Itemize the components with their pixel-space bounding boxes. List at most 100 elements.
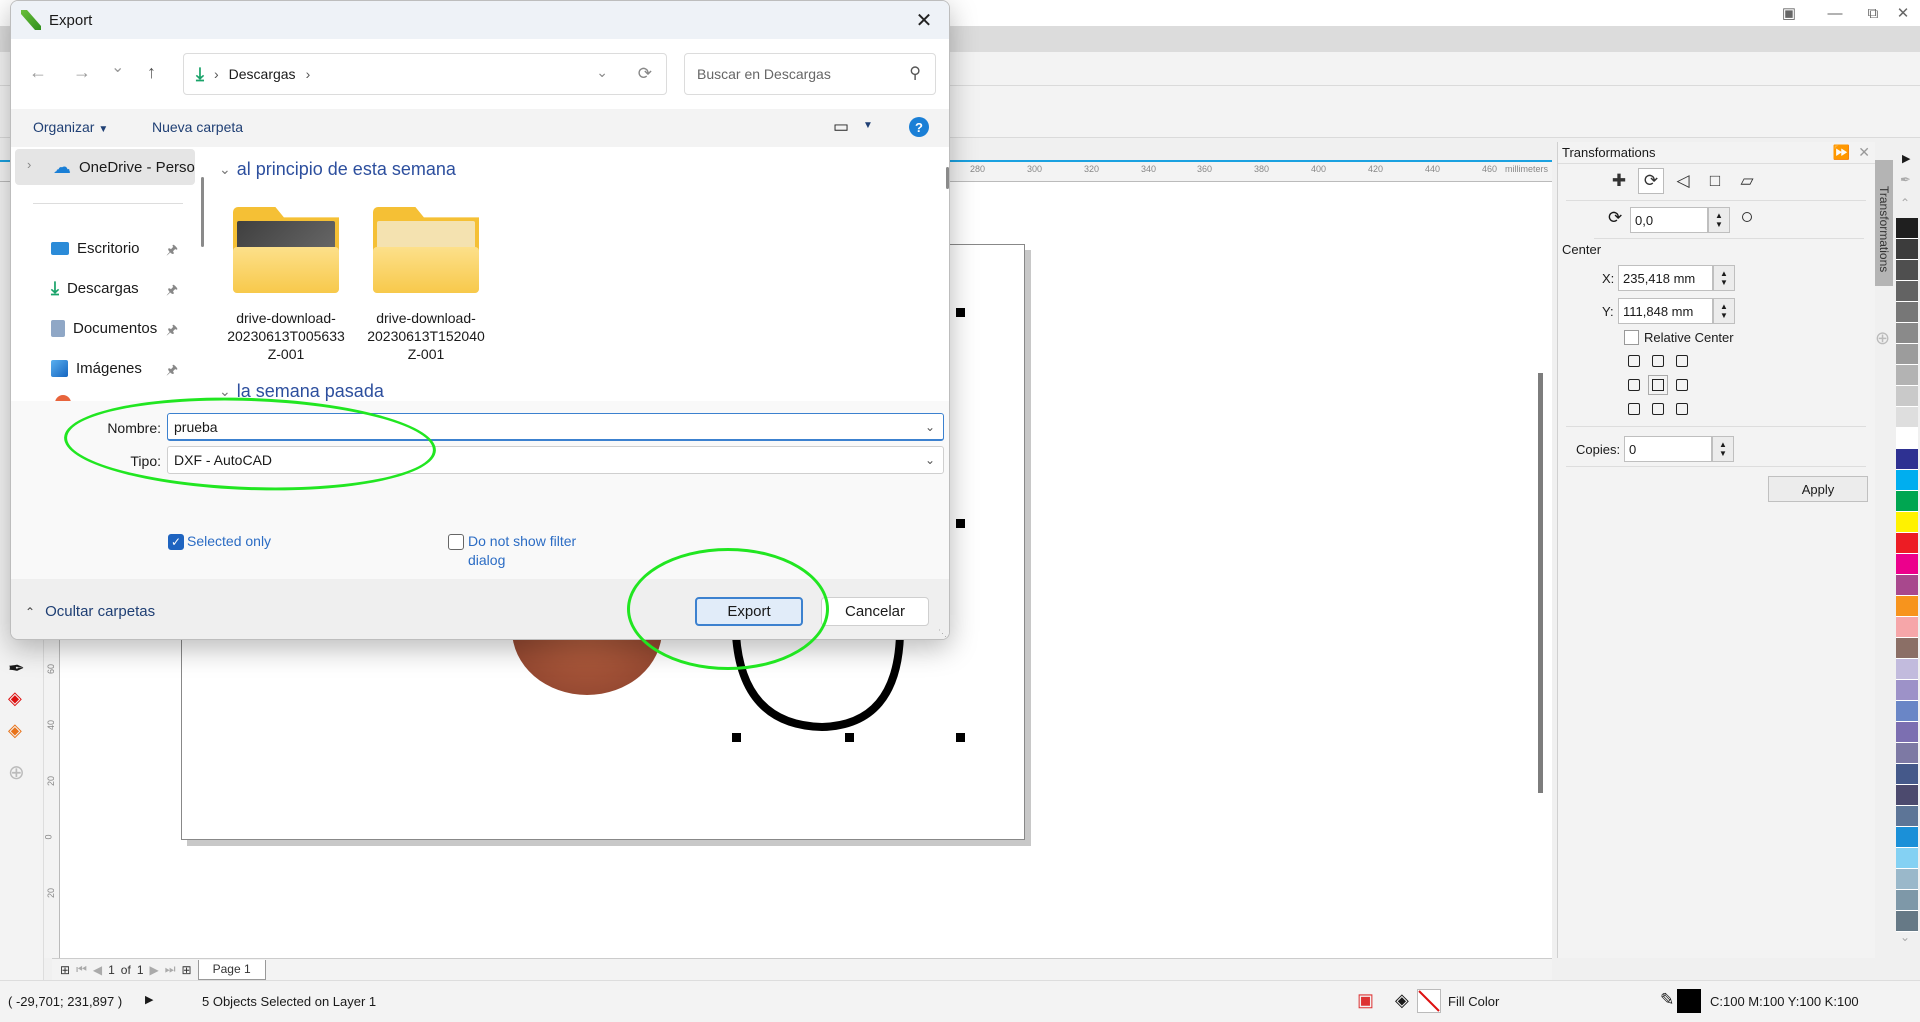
color-swatch[interactable] [1896,701,1918,722]
sidebar-item-escritorio[interactable]: Escritorio [51,235,140,261]
color-swatch[interactable] [1896,617,1918,638]
skew-mode-icon[interactable]: ▱ [1734,168,1760,194]
color-swatch[interactable] [1896,323,1918,344]
color-swatch[interactable] [1896,659,1918,680]
anchor-top-center[interactable] [1652,355,1664,367]
copies-field[interactable]: 0 [1624,436,1712,462]
scrollbar-thumb[interactable] [201,177,204,247]
prev-page-icon[interactable]: ◀ [93,963,102,977]
sidebar-item-documentos[interactable]: Documentos [51,315,157,341]
interactive-fill-icon[interactable]: ◈ [8,688,22,709]
status-expand-icon[interactable]: ▶ [145,993,153,1006]
hide-folders-toggle[interactable]: ⌃ Ocultar carpetas [25,603,155,620]
center-x-field[interactable]: 235,418 mm [1618,265,1713,291]
selection-handle[interactable] [956,733,965,742]
view-layout-icon[interactable]: ▭ [833,117,849,137]
color-swatch[interactable] [1896,281,1918,302]
color-swatch[interactable] [1896,386,1918,407]
color-swatch[interactable] [1896,491,1918,512]
pin-icon[interactable]: 🖈 [166,361,178,383]
anchor-top-right[interactable] [1676,355,1688,367]
color-swatch[interactable] [1896,890,1918,911]
close-app-button[interactable]: ✕ [1880,0,1920,26]
expand-chevron-icon[interactable]: › [27,157,31,172]
position-mode-icon[interactable]: ✚ [1606,168,1632,194]
add-page-before-icon[interactable]: ⊞ [60,963,70,977]
group-header-this-week[interactable]: ⌄ al principio de esta semana [219,159,456,180]
organize-menu[interactable]: Organizar ▼ [33,119,108,135]
chevron-down-icon[interactable]: ⌄ [925,420,935,434]
vertical-scrollbar[interactable] [1538,373,1543,793]
transformations-docker-tab[interactable]: Transformations [1875,160,1893,286]
address-history-icon[interactable]: ⌄ [596,64,608,81]
anchor-bottom-center[interactable] [1652,403,1664,415]
palette-scroll-up-icon[interactable]: ⌃ [1900,196,1910,210]
next-page-icon[interactable]: ▶ [150,963,159,977]
anchor-middle-left[interactable] [1628,379,1640,391]
pin-icon[interactable]: 🖈 [166,321,178,343]
up-arrow-icon[interactable]: ↑ [147,62,156,83]
recent-locations-icon[interactable]: ⌄ [111,57,124,77]
anchor-bottom-left[interactable] [1628,403,1640,415]
color-swatch[interactable] [1896,743,1918,764]
refresh-icon[interactable]: ⟳ [638,64,652,84]
outline-color-swatch[interactable] [1677,989,1701,1013]
apply-button[interactable]: Apply [1768,476,1868,502]
color-swatch[interactable] [1896,722,1918,743]
close-dialog-button[interactable]: ✕ [907,5,941,35]
breadcrumb-descargas[interactable]: Descargas [229,66,296,82]
address-bar[interactable]: ⤓ › Descargas › ⌄ ⟳ [183,53,667,95]
mirror-mode-icon[interactable]: ◁ [1670,168,1696,194]
sidebar-scrollbar[interactable] [197,147,209,401]
color-swatch[interactable] [1896,449,1918,470]
pin-icon[interactable]: 🖈 [166,241,178,263]
color-swatch[interactable] [1896,869,1918,890]
color-swatch[interactable] [1896,365,1918,386]
color-swatch[interactable] [1896,533,1918,554]
color-swatch[interactable] [1896,827,1918,848]
color-swatch[interactable] [1896,239,1918,260]
relative-center-checkbox[interactable] [1624,330,1639,345]
color-swatch[interactable] [1896,554,1918,575]
breadcrumb-separator-icon[interactable]: › [306,66,311,82]
view-options-icon[interactable]: ▼ [863,120,873,131]
selected-only-checkbox[interactable]: ✓ [168,534,184,550]
angle-spinner[interactable]: ▲ ▼ [1708,207,1730,233]
selection-handle[interactable] [956,519,965,528]
forward-arrow-icon[interactable]: → [73,62,91,83]
no-filter-dialog-checkbox[interactable] [448,534,464,550]
selection-handle[interactable] [956,308,965,317]
eyedropper-icon[interactable]: ✒ [8,656,25,681]
last-page-icon[interactable]: ⏭ [165,962,176,977]
center-y-spinner[interactable]: ▲ ▼ [1713,298,1735,324]
color-swatch[interactable] [1896,512,1918,533]
color-swatch[interactable] [1896,806,1918,827]
rotation-angle-field[interactable]: 0,0 [1630,207,1708,233]
close-docker-icon[interactable]: ✕ [1858,144,1870,161]
size-mode-icon[interactable]: □ [1702,168,1728,194]
add-page-after-icon[interactable]: ⊞ [182,963,192,977]
color-swatch[interactable] [1896,218,1918,239]
color-swatch[interactable] [1896,575,1918,596]
anchor-top-left[interactable] [1628,355,1640,367]
search-input[interactable]: Buscar en Descargas ⚲ [684,53,936,95]
color-swatch[interactable] [1896,260,1918,281]
color-swatch[interactable] [1896,344,1918,365]
palette-flyout-icon[interactable]: ▶ [1902,152,1910,165]
first-page-icon[interactable]: ⏮ [76,962,87,977]
anchor-center[interactable] [1648,375,1668,395]
page-tab[interactable]: Page 1 [197,959,266,980]
no-filter-dialog-label[interactable]: Do not show filter dialog [468,532,576,570]
anchor-bottom-right[interactable] [1676,403,1688,415]
color-swatch[interactable] [1896,470,1918,491]
no-fill-swatch[interactable] [1417,989,1441,1013]
color-swatch[interactable] [1896,638,1918,659]
center-y-field[interactable]: 111,848 mm [1618,298,1713,324]
palette-eyedropper-icon[interactable]: ✒ [1900,172,1911,188]
new-folder-button[interactable]: Nueva carpeta [152,119,243,135]
pin-icon[interactable]: 🖈 [166,281,178,303]
color-proof-icon[interactable]: ▣ [1357,990,1374,1011]
color-swatch[interactable] [1896,302,1918,323]
back-arrow-icon[interactable]: ← [29,62,47,83]
color-swatch[interactable] [1896,764,1918,785]
